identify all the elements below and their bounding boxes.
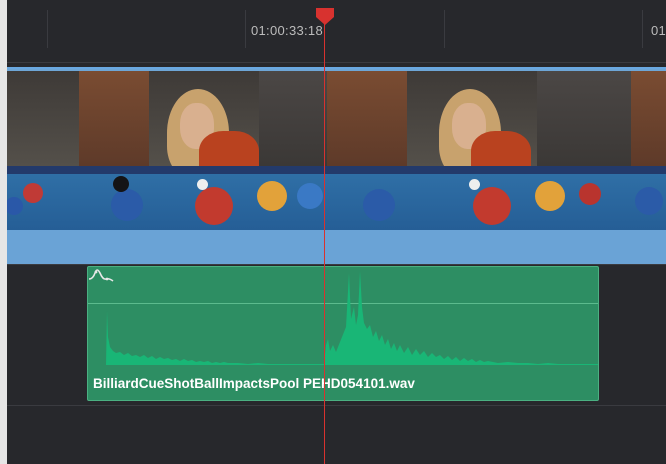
audio-clip[interactable]: BilliardCueShotBallImpactsPool PEHD05410… xyxy=(87,266,599,401)
timecode-ruler[interactable]: 01:00:33:18 01 xyxy=(7,0,666,62)
timecode-label-next: 01 xyxy=(651,23,666,38)
volume-curve-icon[interactable] xyxy=(88,267,114,283)
video-thumbnail xyxy=(327,71,631,230)
video-thumbnail xyxy=(7,71,79,230)
video-clip[interactable] xyxy=(7,67,666,264)
ruler-tick xyxy=(642,10,643,48)
ruler-separator xyxy=(7,62,666,63)
video-thumbnail xyxy=(631,71,666,230)
ruler-tick xyxy=(444,10,445,48)
ruler-tick xyxy=(47,10,48,48)
timeline-panel: 01:00:33:18 01 BilliardCueShotBallImpact… xyxy=(0,0,666,464)
track-separator xyxy=(7,264,666,265)
playhead-marker-icon[interactable] xyxy=(315,8,335,26)
playhead-line[interactable] xyxy=(324,14,325,464)
audio-clip-name: BilliardCueShotBallImpactsPool PEHD05410… xyxy=(93,376,415,391)
video-thumbnail xyxy=(79,71,327,230)
track-separator xyxy=(7,405,666,406)
timecode-label: 01:00:33:18 xyxy=(251,23,323,38)
video-thumbnails xyxy=(7,71,666,230)
left-edge xyxy=(0,0,7,464)
ruler-tick xyxy=(245,10,246,48)
video-clip-footer xyxy=(7,230,666,264)
